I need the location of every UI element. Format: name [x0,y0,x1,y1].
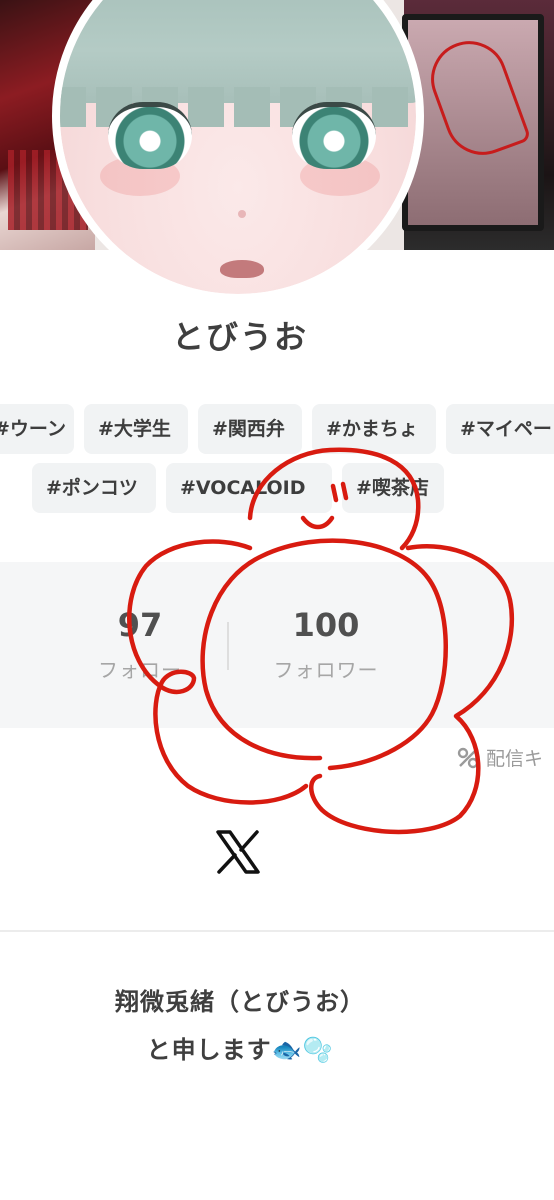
followers-label[interactable]: フォロワー [256,654,396,683]
profile-avatar[interactable] [52,0,424,302]
tag-chip[interactable]: #マイペー [446,404,554,454]
followers-count[interactable]: 100 [266,606,386,644]
avatar-eye-left [108,102,192,169]
stream-link[interactable]: 配信キ [456,744,543,771]
banner-artwork-right [402,0,554,250]
profile-name: とびうお [171,318,308,356]
tag-chip[interactable]: #ポンコツ [32,463,156,513]
following-count[interactable]: 97 [90,606,190,644]
bio-line-1: 翔微兎緒（とびうお） [115,988,365,1016]
stats-card [0,562,554,728]
stream-label: 配信キ [486,748,544,770]
tag-chip[interactable]: #VOCALOID [166,463,332,513]
x-logo-icon[interactable] [214,828,262,876]
section-divider [0,930,554,932]
tag-chip[interactable]: #喫茶店 [342,463,444,513]
tag-chip[interactable]: #大学生 [84,404,188,454]
tag-chip[interactable]: #かまちょ [312,404,436,454]
stream-icon [457,747,479,769]
bio-line-2: と申します🐟🫧 [146,1036,334,1064]
following-label[interactable]: フォロー [80,654,200,683]
stats-divider [227,622,229,670]
tag-chip[interactable]: #ウーン [0,404,74,454]
tag-chip[interactable]: #関西弁 [198,404,302,454]
avatar-eye-right [292,102,376,169]
